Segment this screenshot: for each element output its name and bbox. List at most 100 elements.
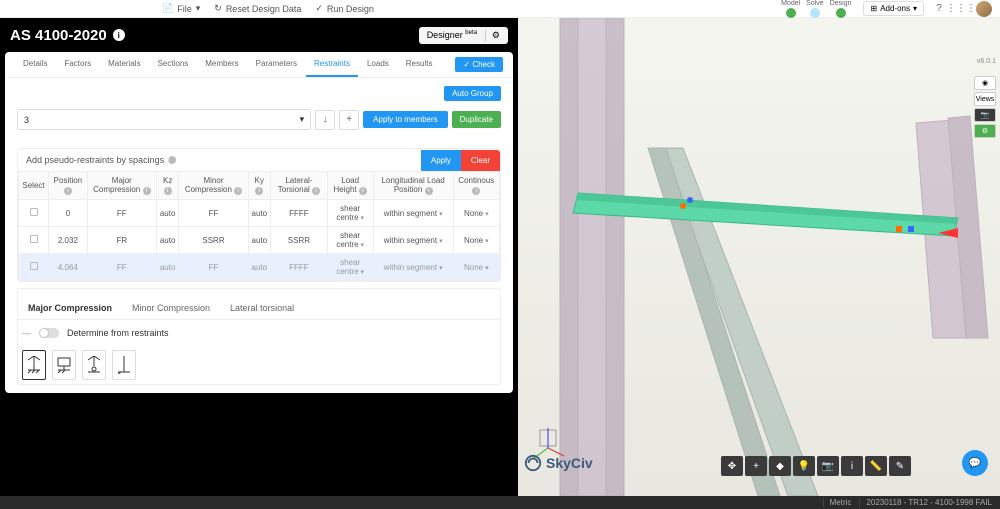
left-panel: AS 4100-2020 i Designer beta ⚙ Details F… bbox=[0, 18, 518, 496]
table-row[interactable]: 4.064FFautoFFautoFFFF shear centre▾withi… bbox=[19, 254, 500, 281]
avatar[interactable] bbox=[976, 1, 992, 17]
apps-icon[interactable]: ⋮⋮⋮ bbox=[954, 2, 968, 16]
reset-icon: ↻ bbox=[214, 3, 222, 14]
chevron-icon[interactable]: — bbox=[22, 328, 31, 338]
tool-add[interactable]: + bbox=[745, 456, 767, 476]
download-icon[interactable]: ↓ bbox=[315, 110, 335, 130]
chat-button[interactable]: 💬 bbox=[962, 450, 988, 476]
member-selector[interactable]: 3▾ bbox=[17, 109, 311, 130]
col-position: Position i bbox=[49, 172, 88, 200]
tool-view[interactable]: ◆ bbox=[769, 456, 791, 476]
add-icon[interactable]: + bbox=[339, 110, 359, 130]
restraint-type-1[interactable] bbox=[22, 350, 46, 380]
chevron-down-icon: ▾ bbox=[300, 114, 305, 125]
viewport[interactable]: ◉ Views 📷 ⚙ ✥ + ◆ 💡 📷 i 📏 ✎ SkyCiv 💬 v6.… bbox=[518, 18, 1000, 496]
pseudo-apply-button[interactable]: Apply bbox=[421, 150, 461, 171]
row-checkbox[interactable] bbox=[30, 262, 38, 270]
chevron-down-icon: ▾ bbox=[913, 4, 917, 13]
settings-button[interactable]: ⚙ bbox=[974, 124, 996, 138]
reset-label: Reset Design Data bbox=[226, 4, 302, 14]
restraint-icon-row bbox=[18, 346, 500, 384]
run-button[interactable]: ✓ Run Design bbox=[315, 3, 374, 14]
tool-info[interactable]: i bbox=[841, 456, 863, 476]
tab-parameters[interactable]: Parameters bbox=[248, 52, 305, 77]
info-icon[interactable]: i bbox=[168, 156, 176, 164]
row-checkbox[interactable] bbox=[30, 235, 38, 243]
compression-card: Major Compression Minor Compression Late… bbox=[17, 288, 501, 385]
restraint-type-2[interactable] bbox=[52, 350, 76, 380]
tool-light[interactable]: 💡 bbox=[793, 456, 815, 476]
table-row[interactable]: 0FFautoFFautoFFFF shear centre▾within se… bbox=[19, 200, 500, 227]
screenshot-button[interactable]: 📷 bbox=[974, 108, 996, 122]
gear-icon[interactable]: ⚙ bbox=[485, 30, 500, 41]
status-indicators: Model Solve Design bbox=[781, 0, 851, 18]
col-cont: Continous i bbox=[453, 172, 499, 200]
brand-logo: SkyCiv bbox=[524, 454, 593, 472]
apply-members-button[interactable]: Apply to members bbox=[363, 111, 447, 128]
solve-status[interactable]: Solve bbox=[806, 0, 824, 18]
duplicate-button[interactable]: Duplicate bbox=[452, 111, 501, 128]
viewport-toolbar: ✥ + ◆ 💡 📷 i 📏 ✎ bbox=[721, 456, 911, 476]
tool-measure[interactable]: 📏 bbox=[865, 456, 887, 476]
tab-details[interactable]: Details bbox=[15, 52, 55, 77]
addons-button[interactable]: ⊞ Add-ons ▾ bbox=[863, 1, 924, 16]
reset-button[interactable]: ↻ Reset Design Data bbox=[214, 3, 301, 14]
model-status[interactable]: Model bbox=[781, 0, 800, 18]
views-button[interactable]: Views bbox=[974, 92, 996, 106]
view-controls: ◉ Views 📷 ⚙ bbox=[974, 76, 996, 138]
topbar-left: 📄 File ▾ ↻ Reset Design Data ✓ Run Desig… bbox=[162, 3, 374, 14]
puzzle-icon: ⊞ bbox=[870, 4, 877, 13]
tool-move[interactable]: ✥ bbox=[721, 456, 743, 476]
autogroup-button[interactable]: Auto Group bbox=[444, 86, 501, 101]
topbar-right: Model Solve Design ⊞ Add-ons ▾ ? ⋮⋮⋮ bbox=[781, 0, 992, 18]
tab-restraints[interactable]: Restraints bbox=[306, 52, 358, 77]
chevron-down-icon: ▾ bbox=[196, 3, 201, 14]
subtab-minor[interactable]: Minor Compression bbox=[122, 297, 220, 319]
compression-subtabs: Major Compression Minor Compression Late… bbox=[18, 297, 500, 320]
col-lt: Lateral-Torsional i bbox=[271, 172, 327, 200]
topbar: 📄 File ▾ ↻ Reset Design Data ✓ Run Desig… bbox=[0, 0, 1000, 18]
page-title: AS 4100-2020 i bbox=[10, 27, 125, 44]
table-row[interactable]: 2.032FRautoSSRRautoSSRR shear centre▾wit… bbox=[19, 227, 500, 254]
design-status[interactable]: Design bbox=[830, 0, 852, 18]
run-label: Run Design bbox=[327, 4, 374, 14]
member-selector-row: 3▾ ↓ + Apply to members Duplicate bbox=[17, 109, 501, 130]
restraint-type-4[interactable] bbox=[112, 350, 136, 380]
determine-label: Determine from restraints bbox=[67, 328, 169, 338]
tab-sections[interactable]: Sections bbox=[150, 52, 197, 77]
determine-toggle[interactable] bbox=[39, 328, 59, 338]
tab-results[interactable]: Results bbox=[398, 52, 441, 77]
status-metric[interactable]: Metric bbox=[823, 498, 852, 507]
camera-toggle[interactable]: ◉ bbox=[974, 76, 996, 90]
tab-factors[interactable]: Factors bbox=[56, 52, 99, 77]
viewport-scene bbox=[518, 18, 1000, 496]
restraint-type-3[interactable] bbox=[82, 350, 106, 380]
file-menu[interactable]: 📄 File ▾ bbox=[162, 3, 200, 14]
main-container: AS 4100-2020 i Designer beta ⚙ Details F… bbox=[0, 18, 1000, 496]
restraints-table: Select Position i Major Compression i Kz… bbox=[18, 171, 500, 281]
addons-label: Add-ons bbox=[880, 4, 910, 13]
tool-edit[interactable]: ✎ bbox=[889, 456, 911, 476]
determine-row: — Determine from restraints bbox=[18, 320, 500, 346]
col-major: Major Compression i bbox=[87, 172, 156, 200]
col-llp: Longitudinal Load Position i bbox=[373, 172, 453, 200]
pseudo-title: Add pseudo-restraints by spacingsi bbox=[18, 149, 184, 171]
tab-members[interactable]: Members bbox=[197, 52, 246, 77]
col-minor: Minor Compression i bbox=[179, 172, 248, 200]
pseudo-restraint-card: Add pseudo-restraints by spacingsi Apply… bbox=[17, 148, 501, 282]
tabs-row: Details Factors Materials Sections Membe… bbox=[5, 52, 513, 78]
pseudo-clear-button[interactable]: Clear bbox=[461, 150, 500, 171]
help-icon[interactable]: ? bbox=[932, 2, 946, 16]
tab-materials[interactable]: Materials bbox=[100, 52, 148, 77]
check-button[interactable]: ✓ Check bbox=[455, 57, 503, 72]
pseudo-header: Add pseudo-restraints by spacingsi Apply… bbox=[18, 149, 500, 171]
row-checkbox[interactable] bbox=[30, 208, 38, 216]
info-icon[interactable]: i bbox=[113, 29, 125, 41]
col-kz: Kz i bbox=[156, 172, 179, 200]
subtab-major[interactable]: Major Compression bbox=[18, 297, 122, 319]
tool-snap[interactable]: 📷 bbox=[817, 456, 839, 476]
designer-button[interactable]: Designer beta ⚙ bbox=[419, 27, 508, 44]
checkmark-icon: ✓ bbox=[315, 3, 323, 14]
subtab-lateral[interactable]: Lateral torsional bbox=[220, 297, 304, 319]
tab-loads[interactable]: Loads bbox=[359, 52, 397, 77]
